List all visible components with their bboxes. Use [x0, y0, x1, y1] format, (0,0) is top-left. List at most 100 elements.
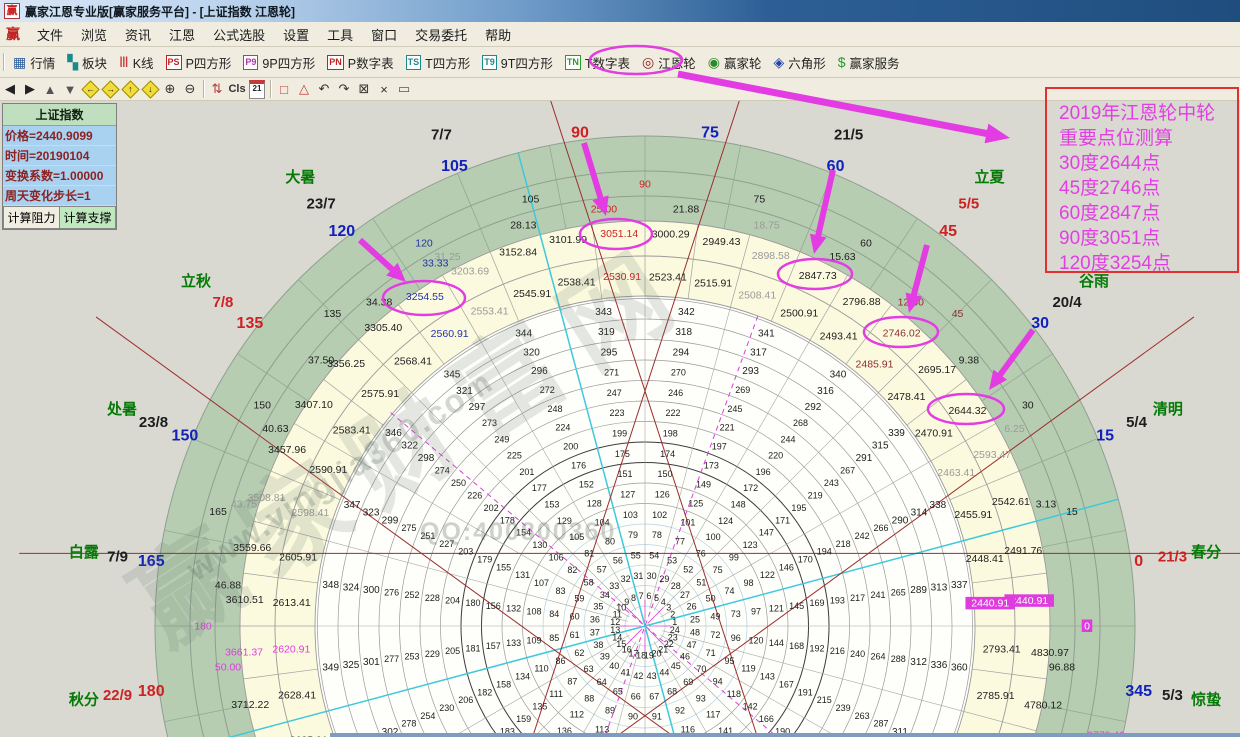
wheel-number: 191	[798, 687, 813, 697]
calc-support-button[interactable]: 计算支撑	[60, 206, 116, 229]
tool-cls-button[interactable]: Cls	[227, 80, 247, 98]
cross-tool-icon: ×	[380, 82, 388, 97]
menu-item-2[interactable]: 资讯	[116, 23, 160, 46]
wheel-number: 239	[836, 703, 851, 713]
hexagon-icon: ◈	[773, 55, 784, 69]
tool-diamond-down[interactable]: ↓	[140, 80, 160, 98]
panel-title: 上证指数	[3, 104, 116, 126]
wheel-number: 106	[549, 553, 564, 563]
toolbar-button-winner-wheel[interactable]: ◉赢家轮	[702, 53, 768, 72]
date-label: 5/3	[1162, 687, 1183, 704]
toolbar-button-hexagon[interactable]: ◈ 六角形	[767, 53, 831, 72]
toolbar-button-gann-wheel[interactable]: ◎江恩轮	[636, 53, 702, 72]
wheel-number: 72	[710, 630, 720, 640]
menu-item-8[interactable]: 交易委托	[406, 23, 476, 46]
menu-item-5[interactable]: 设置	[274, 23, 318, 46]
toolbar-button-t-square[interactable]: TST四方形	[400, 53, 477, 72]
updown-marker-icon: ⇅	[212, 81, 223, 97]
calendar-icon: 21	[249, 80, 265, 99]
wheel-number: 287	[874, 719, 889, 729]
tool-select-tool[interactable]: ▭	[394, 80, 414, 98]
calc-resistance-button[interactable]: 计算阻力	[3, 206, 60, 229]
wheel-number: 206	[458, 695, 473, 705]
angle-label: 135	[237, 315, 264, 332]
toolbar-button-p-number-table[interactable]: PNP数字表	[321, 53, 399, 72]
blocks-icon: ▚	[67, 55, 78, 69]
wheel-number: 166	[759, 714, 774, 724]
wheel-number: 179	[477, 554, 492, 564]
angle-label: 90	[571, 124, 589, 141]
wheel-number: 197	[712, 442, 727, 452]
toolbar-button-kline[interactable]: ⅢK线	[113, 53, 160, 72]
menu-item-1[interactable]: 浏览	[72, 23, 116, 46]
angle-label: 150	[172, 428, 199, 445]
percent-value: 40.63	[262, 423, 288, 435]
annotation-line-1: 重要点位测算	[1059, 126, 1237, 151]
wheel-number: 336	[931, 660, 948, 671]
menu-item-7[interactable]: 窗口	[362, 23, 406, 46]
toolbar-button-9t-square[interactable]: T99T四方形	[476, 53, 559, 72]
nav-up-icon: ▲	[44, 82, 57, 97]
tool-rotate-ccw[interactable]: ↶	[314, 80, 334, 98]
diamond-down-icon: ↓	[141, 80, 159, 98]
outer-spiral-value: 2796.88	[843, 296, 881, 308]
watermark-text: QQ:400800360	[420, 518, 616, 546]
tool-cross-tool[interactable]: ×	[374, 80, 394, 98]
wheel-number: 316	[817, 386, 834, 397]
wheel-number: 95	[725, 656, 735, 666]
menu-item-0[interactable]: 文件	[28, 23, 72, 46]
inner-spiral-value: 2448.41	[966, 553, 1004, 565]
tool-zoom-out[interactable]: ⊖	[180, 80, 200, 98]
wheel-number: 98	[743, 578, 753, 588]
tool-diamond-left[interactable]: ←	[80, 80, 100, 98]
date-label: 5/4	[1126, 414, 1148, 431]
rotate-cw-icon: ↷	[339, 81, 350, 97]
tool-nav-up[interactable]: ▲	[40, 80, 60, 98]
title-bar[interactable]: 赢 赢家江恩专业版[赢家服务平台] - [上证指数 江恩轮]	[0, 0, 1240, 22]
toolbar-button-label: 六角形	[788, 53, 826, 72]
toolbar-button-label: P数字表	[348, 53, 394, 72]
wheel-number: 30	[647, 571, 657, 581]
toolbar-button-t-number-table[interactable]: TNT数字表	[559, 53, 636, 72]
menu-item-4[interactable]: 公式选股	[204, 23, 274, 46]
panel-rows: 价格=2440.9099时间=20190104变换系数=1.00000周天变化步…	[3, 126, 116, 206]
index-info-panel: 上证指数 价格=2440.9099时间=20190104变换系数=1.00000…	[2, 103, 117, 230]
tool-boxed-x[interactable]: ⊠	[354, 80, 374, 98]
solar-term-label: 春分	[1191, 543, 1221, 561]
tool-zoom-in[interactable]: ⊕	[160, 80, 180, 98]
toolbar-button-label: 行情	[30, 53, 55, 72]
menu-item-3[interactable]: 江恩	[160, 23, 204, 46]
wheel-number: 151	[618, 469, 633, 479]
tool-rotate-cw[interactable]: ↷	[334, 80, 354, 98]
tool-updown-marker[interactable]: ⇅	[207, 80, 227, 98]
outer-spiral-value: 2746.02	[883, 328, 921, 340]
wheel-number: 24	[670, 625, 680, 635]
wheel-number: 76	[696, 548, 706, 558]
wheel-number: 89	[605, 705, 615, 715]
menu-item-6[interactable]: 工具	[318, 23, 362, 46]
percent-value: 6.25	[1004, 423, 1025, 435]
wheel-number: 90	[628, 712, 638, 722]
toolbar-button-9p-square[interactable]: P99P四方形	[237, 53, 321, 72]
toolbar-button-p-square[interactable]: PSP四方形	[160, 53, 238, 72]
tool-draw-square[interactable]: □	[274, 80, 294, 98]
toolbar-button-sectors[interactable]: ▚板块	[61, 53, 113, 72]
panel-row-2: 变换系数=1.00000	[3, 166, 116, 186]
menu-item-9[interactable]: 帮助	[476, 23, 520, 46]
wheel-number: 225	[507, 451, 522, 461]
wheel-number: 349	[322, 663, 339, 674]
tool-diamond-up[interactable]: ↑	[120, 80, 140, 98]
tool-nav-left[interactable]: ◀	[0, 80, 20, 98]
tool-diamond-right[interactable]: →	[100, 80, 120, 98]
wheel-number: 267	[840, 465, 855, 475]
tool-nav-right[interactable]: ▶	[20, 80, 40, 98]
tool-calendar[interactable]: 21	[247, 80, 267, 98]
tool-nav-down[interactable]: ▼	[60, 80, 80, 98]
toolbar-button-market-quotes[interactable]: ▦行情	[7, 53, 61, 72]
tool-draw-triangle[interactable]: △	[294, 80, 314, 98]
wheel-number: 293	[742, 366, 759, 377]
draw-square-icon: □	[280, 82, 288, 97]
annotation-line-6: 120度3254点	[1059, 251, 1237, 276]
toolbar-button-winner-service[interactable]: $赢家服务	[832, 53, 906, 72]
toolbar-button-label: K线	[133, 53, 154, 72]
